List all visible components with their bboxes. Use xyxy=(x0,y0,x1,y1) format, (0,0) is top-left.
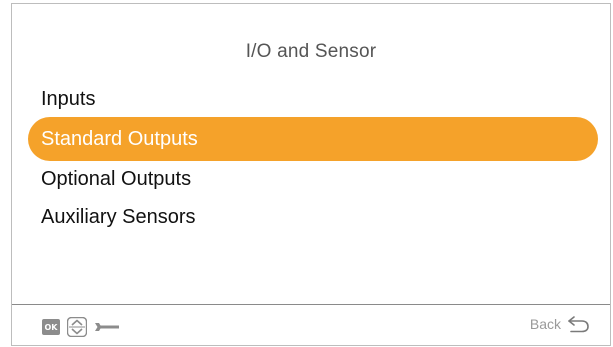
menu-item-auxiliary-sensors[interactable]: Auxiliary Sensors xyxy=(28,197,598,237)
back-label: Back xyxy=(529,316,561,332)
menu-item-standard-outputs[interactable]: Standard Outputs xyxy=(28,117,598,161)
footer-divider xyxy=(12,304,610,305)
footer-controls: OK xyxy=(42,316,120,338)
screen-frame: I/O and Sensor Inputs Standard Outputs O… xyxy=(11,3,611,346)
menu-list: Inputs Standard Outputs Optional Outputs… xyxy=(28,79,598,235)
back-arrow-icon xyxy=(566,315,590,333)
up-down-arrows-icon[interactable] xyxy=(67,317,87,337)
back-button[interactable]: Back xyxy=(530,315,590,333)
menu-item-optional-outputs[interactable]: Optional Outputs xyxy=(28,159,598,199)
ok-icon[interactable]: OK xyxy=(42,319,60,335)
wrench-icon[interactable] xyxy=(94,320,120,334)
menu-item-inputs[interactable]: Inputs xyxy=(28,79,598,119)
page-title: I/O and Sensor xyxy=(245,41,377,62)
